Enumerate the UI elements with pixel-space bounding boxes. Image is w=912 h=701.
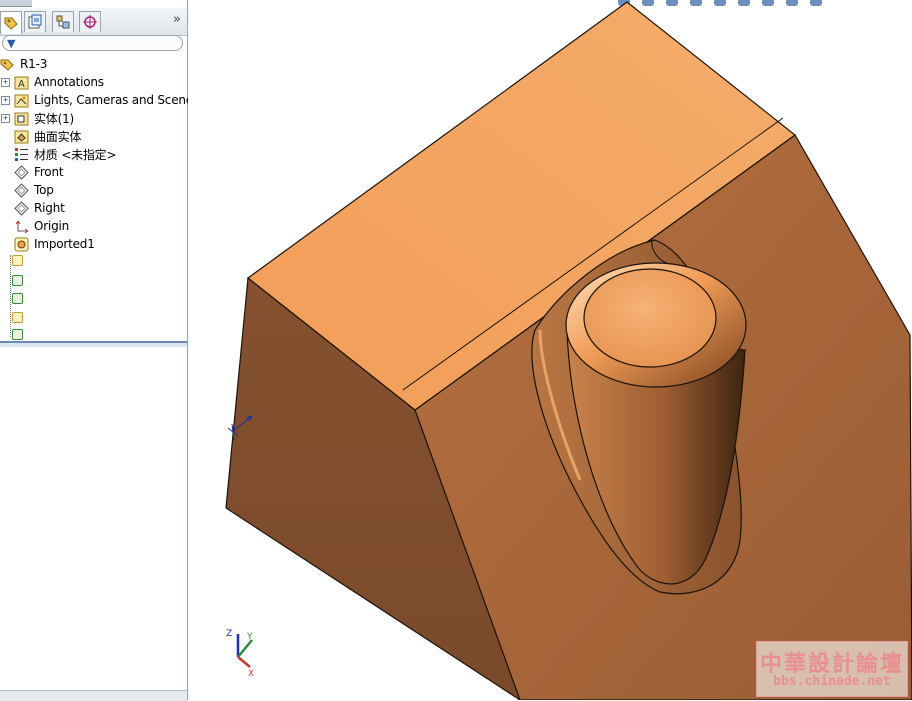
tree-item-label: Top [34, 183, 54, 197]
boss-top-face[interactable] [583, 268, 717, 368]
tree-item-annotations[interactable]: + A Annotations [0, 73, 104, 91]
tree-item-label: Front [34, 165, 64, 179]
feature-manager-icon [4, 17, 18, 30]
tree-item-label: 材质 <未指定> [34, 147, 117, 162]
tree-item-imported1[interactable]: Imported1 [14, 235, 95, 253]
solid-bodies-folder-icon [14, 112, 29, 125]
expand-icon[interactable]: + [1, 114, 10, 123]
tab-feature-manager[interactable] [0, 11, 22, 34]
tree-item-origin[interactable]: Origin [14, 217, 69, 235]
collapsed-feature-icon[interactable] [12, 293, 23, 304]
panel-top-strip [0, 0, 32, 7]
svg-text:A: A [18, 79, 25, 90]
tab-property-manager[interactable] [24, 11, 46, 32]
horizontal-scrollbar[interactable] [0, 690, 187, 701]
filter-funnel-icon: ▼ [7, 37, 16, 50]
tree-item-label: 实体(1) [34, 111, 74, 126]
configuration-manager-icon [56, 15, 70, 29]
model-view[interactable]: Z Y X [188, 0, 912, 700]
plane-icon [14, 164, 29, 180]
tab-configuration-manager[interactable] [52, 11, 74, 32]
tree-item-label: Origin [34, 219, 70, 233]
lower-pane [0, 347, 187, 697]
triad-y-label: Y [246, 632, 253, 642]
annotations-folder-icon: A [14, 76, 29, 90]
tab-dimxpert-manager[interactable] [79, 11, 101, 32]
collapsed-feature-icon[interactable] [12, 255, 23, 266]
imported-feature-icon [14, 237, 29, 251]
tree-item-front-plane[interactable]: Front [14, 163, 64, 181]
tree-item-solid-bodies[interactable]: + 实体(1) [0, 109, 74, 127]
tree-item-lights[interactable]: + Lights, Cameras and Scene [0, 91, 193, 109]
collapsed-feature-icon[interactable] [12, 275, 23, 286]
tree-item-label: Imported1 [34, 237, 95, 251]
tree-connector-line [10, 255, 12, 337]
lights-folder-icon [14, 94, 29, 107]
property-manager-icon [28, 14, 42, 29]
tree-item-right-plane[interactable]: Right [14, 199, 65, 217]
triad-x-label: X [248, 669, 254, 679]
collapsed-feature-icon[interactable] [12, 312, 23, 323]
surface-bodies-folder-icon [14, 130, 29, 143]
plane-icon [14, 182, 29, 198]
tree-item-label: 曲面实体 [34, 129, 82, 144]
plane-icon [14, 200, 29, 216]
tree-root-label: R1-3 [20, 57, 48, 71]
expand-icon[interactable]: + [1, 96, 10, 105]
more-tabs-icon[interactable]: » [173, 12, 181, 27]
tree-item-label: Lights, Cameras and Scene [34, 93, 193, 107]
watermark: 中華設計論壇 bbs.chinade.net [756, 641, 908, 697]
reference-triad: Z Y X [226, 629, 254, 679]
tree-item-label: Annotations [34, 75, 104, 89]
part-icon [0, 59, 14, 71]
material-icon [15, 147, 28, 161]
manager-tab-bar: » [0, 8, 187, 36]
expand-icon[interactable]: + [1, 78, 10, 87]
tree-root[interactable]: R1-3 [0, 55, 47, 73]
triad-z-label: Z [226, 629, 232, 639]
origin-icon [15, 220, 29, 233]
watermark-url: bbs.chinade.net [773, 674, 891, 689]
feature-tree: R1-3 + A Annotations + Lights, Cameras a… [0, 55, 193, 340]
tree-item-top-plane[interactable]: Top [14, 181, 54, 199]
tree-item-label: Right [34, 201, 65, 215]
feature-manager-panel: » ▼ R1-3 + A Annotations + Lights, Camer… [0, 0, 193, 701]
dimxpert-manager-icon [83, 15, 97, 29]
tree-item-material[interactable]: 材质 <未指定> [14, 145, 117, 163]
feature-filter-input[interactable]: ▼ [2, 35, 183, 51]
graphics-area[interactable]: Z Y X [188, 0, 912, 700]
tree-item-surface-bodies[interactable]: 曲面实体 [14, 127, 81, 145]
collapsed-feature-icon[interactable] [12, 329, 23, 340]
